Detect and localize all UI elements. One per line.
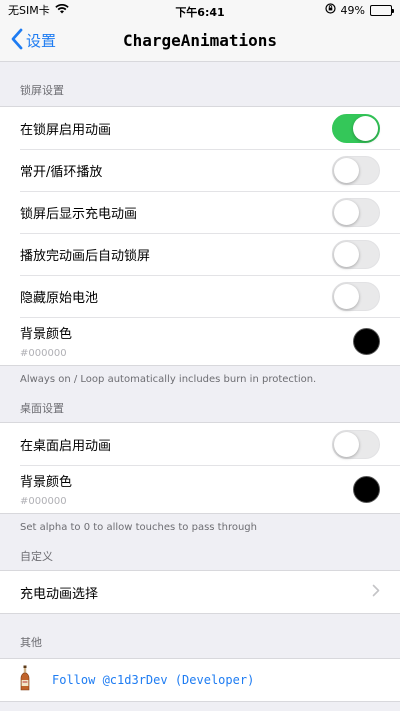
animation-picker-label: 充电动画选择 — [20, 586, 99, 602]
page-title: ChargeAnimations — [122, 31, 278, 50]
rotation-lock-icon — [324, 3, 336, 17]
always-on-loop-toggle[interactable] — [332, 155, 380, 185]
lock-settings-group: 在锁屏启用动画 常开/循环播放 锁屏后显示充电动画 播放完动画后自动锁屏 隐藏原… — [0, 106, 400, 366]
lock-enable-row: 在锁屏启用动画 — [0, 107, 400, 149]
always-on-loop-row: 常开/循环播放 — [0, 149, 400, 191]
hide-battery-toggle[interactable] — [332, 281, 380, 311]
show-after-lock-row: 锁屏后显示充电动画 — [0, 191, 400, 233]
follow-developer-link[interactable]: Follow @c1d3rDev (Developer) — [52, 673, 254, 687]
auto-lock-row: 播放完动画后自动锁屏 — [0, 233, 400, 275]
custom-section-header: 自定义 — [20, 550, 53, 563]
desktop-section-footer: Set alpha to 0 to allow touches to pass … — [20, 522, 257, 533]
hide-battery-label: 隐藏原始电池 — [20, 290, 99, 306]
always-on-loop-label: 常开/循环播放 — [20, 164, 103, 180]
auto-lock-toggle[interactable] — [332, 239, 380, 269]
chevron-right-icon — [372, 584, 380, 601]
battery-icon — [370, 4, 394, 16]
follow-developer-row[interactable]: Follow @c1d3rDev (Developer) — [0, 659, 400, 701]
carrier-label: 无SIM卡 — [8, 4, 50, 17]
desktop-bg-color-row[interactable]: 背景颜色 #000000 — [0, 465, 400, 513]
lock-bg-color-swatch[interactable] — [353, 327, 380, 355]
battery-percent: 49% — [340, 3, 365, 17]
other-group: Follow @c1d3rDev (Developer) — [0, 658, 400, 702]
navigation-bar: 设置 ChargeAnimations — [0, 20, 400, 62]
lock-section-header: 锁屏设置 — [20, 84, 64, 97]
lock-bg-color-row[interactable]: 背景颜色 #000000 — [0, 317, 400, 365]
back-button[interactable]: 设置 — [0, 28, 56, 54]
status-bar: 无SIM卡 下午6:41 49% — [0, 0, 400, 20]
desktop-section-header: 桌面设置 — [20, 402, 64, 415]
desktop-bg-color-hex: #000000 — [20, 496, 67, 507]
custom-group: 充电动画选择 — [0, 570, 400, 614]
lock-section-footer: Always on / Loop automatically includes … — [20, 374, 317, 385]
bottle-icon — [20, 665, 30, 695]
desktop-bg-color-swatch[interactable] — [353, 475, 380, 503]
auto-lock-label: 播放完动画后自动锁屏 — [20, 248, 151, 264]
hide-battery-row: 隐藏原始电池 — [0, 275, 400, 317]
lock-bg-color-label: 背景颜色 — [20, 327, 73, 342]
back-label: 设置 — [26, 32, 57, 50]
desktop-bg-color-label: 背景颜色 — [20, 475, 73, 490]
wifi-icon — [55, 3, 69, 17]
desktop-enable-label: 在桌面启用动画 — [20, 438, 112, 454]
lock-bg-color-hex: #000000 — [20, 348, 67, 359]
other-section-header: 其他 — [20, 636, 42, 649]
lock-enable-label: 在锁屏启用动画 — [20, 122, 112, 138]
desktop-enable-row: 在桌面启用动画 — [0, 423, 400, 465]
desktop-enable-toggle[interactable] — [332, 429, 380, 459]
show-after-lock-toggle[interactable] — [332, 197, 380, 227]
desktop-settings-group: 在桌面启用动画 背景颜色 #000000 — [0, 422, 400, 514]
lock-enable-toggle[interactable] — [332, 113, 380, 143]
animation-picker-row[interactable]: 充电动画选择 — [0, 571, 400, 613]
show-after-lock-label: 锁屏后显示充电动画 — [20, 206, 138, 222]
chevron-left-icon — [10, 28, 24, 54]
